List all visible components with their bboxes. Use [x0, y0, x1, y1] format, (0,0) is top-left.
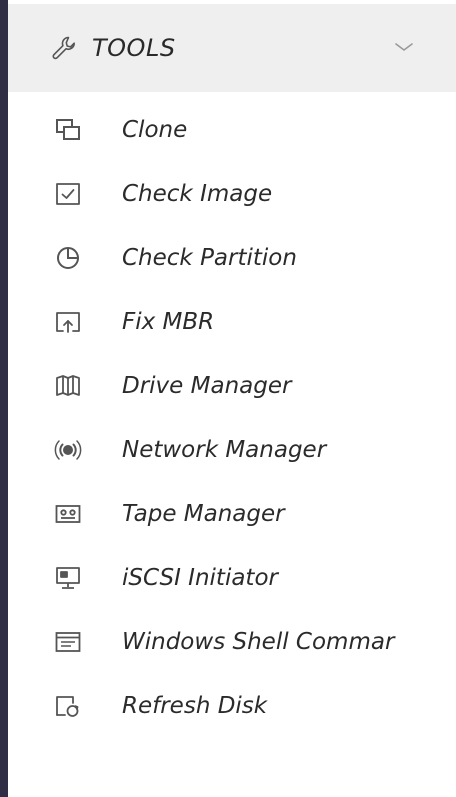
menu-item-tape-manager[interactable]: Tape Manager	[8, 482, 456, 546]
clone-icon	[54, 116, 82, 144]
menu-item-network-manager[interactable]: Network Manager	[8, 418, 456, 482]
tools-sidebar-panel: TOOLS Clone Check Image Check Partition …	[8, 0, 456, 797]
menu-item-label: Windows Shell Commar	[122, 629, 395, 655]
pie-chart-icon	[54, 244, 82, 272]
menu-item-clone[interactable]: Clone	[8, 98, 456, 162]
network-icon	[54, 436, 82, 464]
menu-item-fix-mbr[interactable]: Fix MBR	[8, 290, 456, 354]
menu-item-iscsi-initiator[interactable]: iSCSI Initiator	[8, 546, 456, 610]
menu-item-label: Fix MBR	[122, 309, 215, 335]
menu-item-label: Drive Manager	[122, 373, 292, 399]
menu-item-windows-shell-command[interactable]: Windows Shell Commar	[8, 610, 456, 674]
tools-section-header[interactable]: TOOLS	[8, 4, 456, 92]
menu-item-label: Tape Manager	[122, 501, 285, 527]
menu-item-label: Check Partition	[122, 245, 297, 271]
sidebar-left-border	[0, 0, 8, 797]
monitor-icon	[54, 564, 82, 592]
menu-item-check-partition[interactable]: Check Partition	[8, 226, 456, 290]
drive-manager-icon	[54, 372, 82, 400]
menu-item-drive-manager[interactable]: Drive Manager	[8, 354, 456, 418]
menu-item-label: iSCSI Initiator	[122, 565, 278, 591]
wrench-icon	[50, 34, 78, 62]
shell-window-icon	[54, 628, 82, 656]
menu-item-label: Check Image	[122, 181, 273, 207]
fix-mbr-icon	[54, 308, 82, 336]
chevron-down-icon[interactable]	[390, 38, 418, 56]
menu-item-label: Refresh Disk	[122, 693, 268, 719]
check-image-icon	[54, 180, 82, 208]
menu-item-label: Clone	[122, 117, 188, 143]
tape-icon	[54, 500, 82, 528]
tools-section-title: TOOLS	[92, 34, 176, 62]
menu-item-label: Network Manager	[122, 437, 327, 463]
refresh-disk-icon	[54, 692, 82, 720]
menu-item-refresh-disk[interactable]: Refresh Disk	[8, 674, 456, 738]
menu-item-check-image[interactable]: Check Image	[8, 162, 456, 226]
